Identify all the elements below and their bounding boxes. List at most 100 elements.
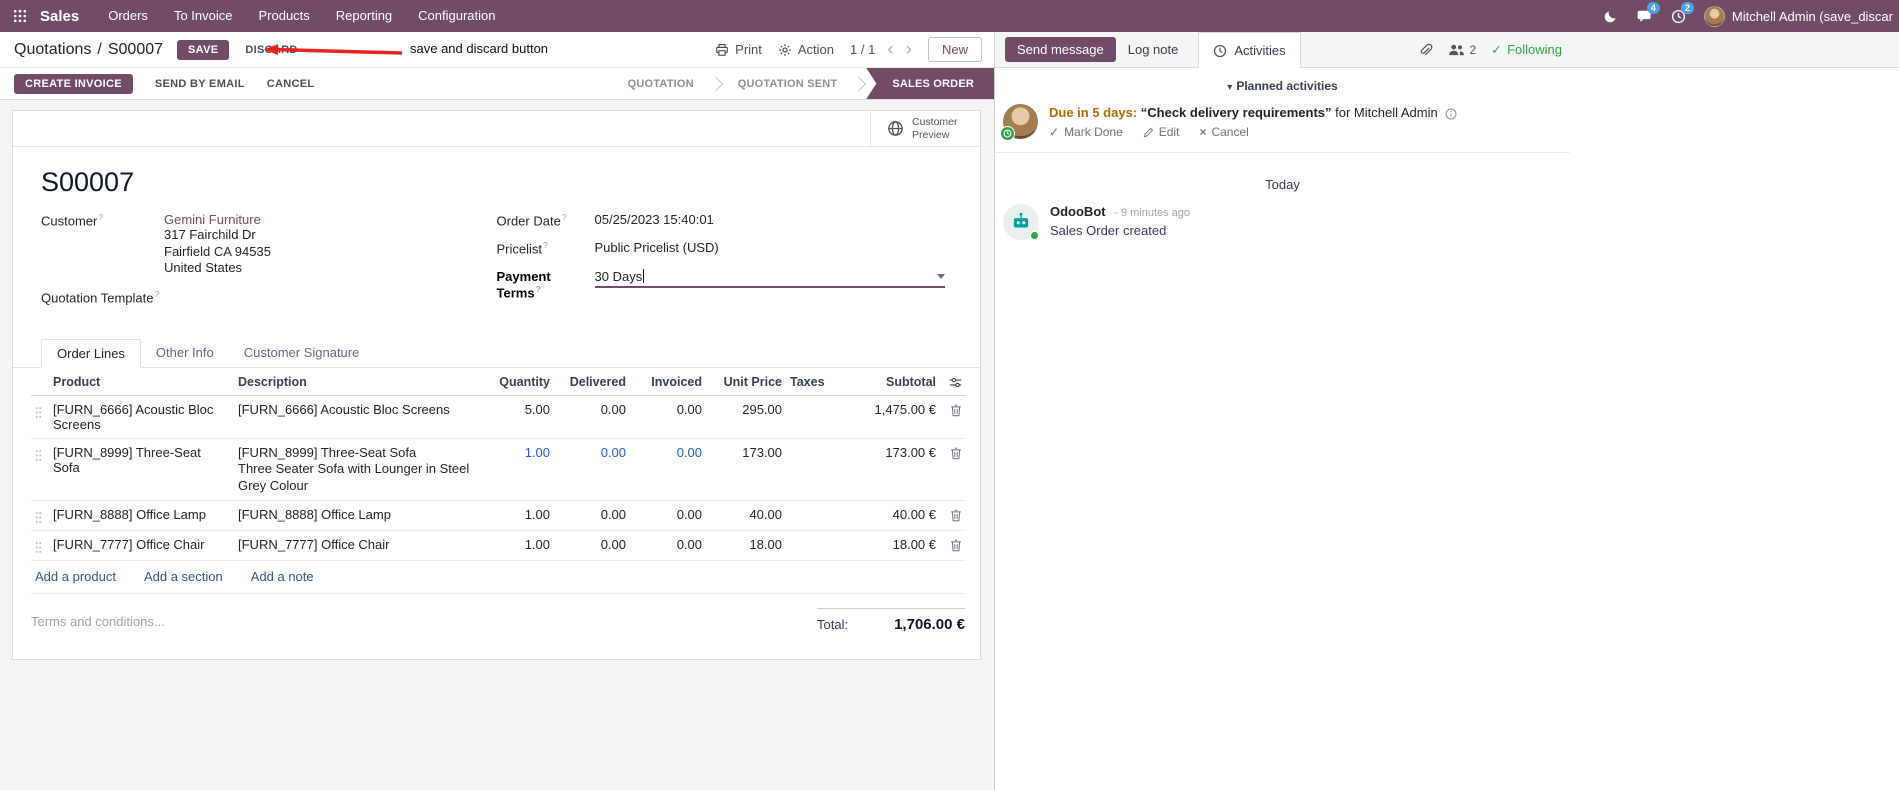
breadcrumb-quotations[interactable]: Quotations — [14, 41, 91, 59]
cell-description[interactable]: [FURN_8888] Office Lamp — [234, 500, 482, 532]
delete-line-button[interactable] — [940, 395, 966, 440]
activities-systray-button[interactable]: 2 — [1662, 0, 1696, 32]
message-author[interactable]: OdooBot — [1050, 204, 1106, 219]
activities-tab[interactable]: Activities — [1198, 32, 1301, 68]
user-avatar — [1703, 5, 1725, 27]
drag-handle-icon[interactable] — [31, 500, 49, 532]
mark-done-button[interactable]: ✓ Mark Done — [1049, 125, 1123, 139]
new-button[interactable]: New — [927, 37, 982, 62]
cancel-button[interactable]: CANCEL — [267, 78, 315, 90]
cell-taxes[interactable] — [786, 500, 840, 532]
delete-line-button[interactable] — [940, 438, 966, 502]
cell-delivered[interactable]: 0.00 — [554, 395, 630, 440]
cell-invoiced[interactable]: 0.00 — [630, 395, 706, 440]
optional-columns-button[interactable] — [940, 367, 966, 397]
cell-unit-price[interactable]: 18.00 — [706, 530, 786, 562]
state-quotation-sent[interactable]: QUOTATION SENT — [723, 68, 853, 99]
menu-products[interactable]: Products — [245, 0, 322, 32]
order-line-row[interactable]: [FURN_6666] Acoustic Bloc Screens [FURN_… — [31, 395, 966, 440]
cell-delivered[interactable]: 0.00 — [554, 500, 630, 532]
customer-preview-button[interactable]: Customer Preview — [870, 111, 980, 146]
order-line-row[interactable]: [FURN_8888] Office Lamp [FURN_8888] Offi… — [31, 500, 966, 532]
add-note-link[interactable]: Add a note — [251, 569, 314, 584]
pager-next-icon[interactable]: › — [906, 40, 912, 59]
tab-order-lines[interactable]: Order Lines — [41, 338, 141, 368]
followers-button[interactable]: 2 — [1448, 43, 1476, 57]
cell-product[interactable]: [FURN_8888] Office Lamp — [49, 500, 234, 532]
cell-invoiced[interactable]: 0.00 — [630, 530, 706, 562]
drag-handle-icon[interactable] — [31, 530, 49, 562]
print-button[interactable]: Print — [715, 42, 762, 57]
trash-icon — [951, 509, 961, 522]
menu-orders[interactable]: Orders — [95, 0, 161, 32]
user-menu[interactable]: Mitchell Admin (save_discar — [1696, 5, 1899, 27]
add-product-link[interactable]: Add a product — [35, 569, 116, 584]
customer-address: 317 Fairchild Dr Fairfield CA 94535 Unit… — [164, 227, 497, 277]
control-panel: Quotations / S00007 SAVE DISCARD save an… — [0, 32, 994, 68]
order-line-row[interactable]: [FURN_7777] Office Chair [FURN_7777] Off… — [31, 530, 966, 562]
delete-line-button[interactable] — [940, 530, 966, 562]
drag-handle-icon[interactable] — [31, 438, 49, 502]
paperclip-icon[interactable] — [1418, 42, 1433, 57]
customer-value[interactable]: Gemini Furniture 317 Fairchild Dr Fairfi… — [164, 212, 497, 277]
cell-description[interactable]: [FURN_6666] Acoustic Bloc Screens — [234, 395, 482, 440]
cell-taxes[interactable] — [786, 530, 840, 562]
cell-description[interactable]: [FURN_8999] Three-Seat Sofa Three Seater … — [234, 438, 482, 502]
tab-other-info[interactable]: Other Info — [141, 339, 229, 368]
cell-delivered[interactable]: 0.00 — [554, 438, 630, 502]
cell-taxes[interactable] — [786, 438, 840, 502]
save-button[interactable]: SAVE — [177, 39, 230, 60]
state-sales-order[interactable]: SALES ORDER — [866, 68, 994, 99]
action-button[interactable]: Action — [778, 42, 834, 57]
customer-link[interactable]: Gemini Furniture — [164, 212, 497, 227]
terms-placeholder[interactable]: Terms and conditions... — [31, 608, 165, 629]
activity-clock-badge — [1000, 126, 1015, 141]
tab-customer-signature[interactable]: Customer Signature — [229, 339, 375, 368]
order-date-field[interactable]: 05/25/2023 15:40:01 — [595, 212, 953, 228]
cell-unit-price[interactable]: 40.00 — [706, 500, 786, 532]
app-name[interactable]: Sales — [40, 8, 79, 25]
control-panel-right: Print Action 1 / 1 ‹ › New — [715, 37, 982, 62]
apps-menu-button[interactable] — [6, 0, 34, 32]
cell-description[interactable]: [FURN_7777] Office Chair — [234, 530, 482, 562]
menu-reporting[interactable]: Reporting — [323, 0, 405, 32]
state-quotation[interactable]: QUOTATION — [613, 68, 709, 99]
add-section-link[interactable]: Add a section — [144, 569, 223, 584]
payment-terms-field[interactable]: 30 Days — [594, 269, 945, 288]
order-line-row[interactable]: [FURN_8999] Three-Seat Sofa [FURN_8999] … — [31, 438, 966, 502]
user-name: Mitchell Admin (save_discar — [1731, 8, 1893, 24]
cell-invoiced[interactable]: 0.00 — [630, 500, 706, 532]
pricelist-field[interactable]: Public Pricelist (USD) — [595, 240, 953, 256]
cell-taxes[interactable] — [786, 395, 840, 440]
cell-unit-price[interactable]: 295.00 — [706, 395, 786, 440]
cancel-activity-button[interactable]: × Cancel — [1199, 125, 1248, 139]
following-button[interactable]: ✓ Following — [1491, 42, 1562, 58]
activity-info-icon[interactable] — [1445, 105, 1457, 120]
menu-to-invoice[interactable]: To Invoice — [161, 0, 246, 32]
messages-button[interactable]: 4 — [1628, 0, 1662, 32]
cell-product[interactable]: [FURN_7777] Office Chair — [49, 530, 234, 562]
cell-quantity[interactable]: 5.00 — [482, 395, 554, 440]
help-marker: ? — [154, 288, 160, 299]
cell-product[interactable]: [FURN_6666] Acoustic Bloc Screens — [49, 395, 234, 440]
cell-quantity[interactable]: 1.00 — [482, 438, 554, 502]
cell-product[interactable]: [FURN_8999] Three-Seat Sofa — [49, 438, 234, 502]
edit-activity-button[interactable]: Edit — [1143, 125, 1179, 139]
dark-mode-toggle[interactable] — [1594, 0, 1628, 32]
log-note-button[interactable]: Log note — [1116, 37, 1191, 62]
send-message-button[interactable]: Send message — [1005, 37, 1116, 62]
send-by-email-button[interactable]: SEND BY EMAIL — [155, 78, 245, 90]
cell-quantity[interactable]: 1.00 — [482, 530, 554, 562]
pencil-icon — [1143, 127, 1153, 137]
drag-handle-icon[interactable] — [31, 395, 49, 440]
menu-configuration[interactable]: Configuration — [405, 0, 508, 32]
planned-activities-toggle[interactable]: ▾ Planned activities — [995, 79, 1570, 93]
pager-previous-icon[interactable]: ‹ — [887, 40, 893, 59]
quotation-template-field[interactable] — [164, 289, 497, 305]
cell-quantity[interactable]: 1.00 — [482, 500, 554, 532]
create-invoice-button[interactable]: CREATE INVOICE — [14, 73, 133, 94]
delete-line-button[interactable] — [940, 500, 966, 532]
cell-unit-price[interactable]: 173.00 — [706, 438, 786, 502]
cell-delivered[interactable]: 0.00 — [554, 530, 630, 562]
cell-invoiced[interactable]: 0.00 — [630, 438, 706, 502]
